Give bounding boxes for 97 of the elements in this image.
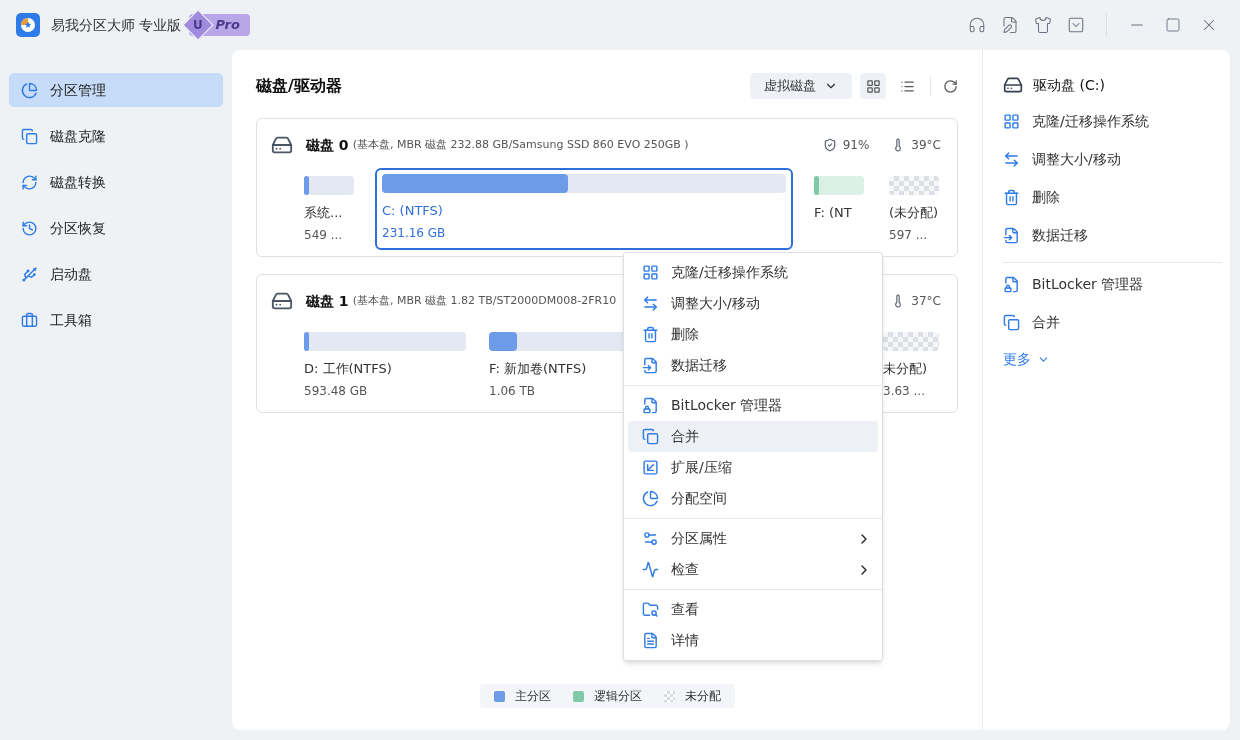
menu-item[interactable]: 删除 [628,319,878,350]
pie-icon [642,490,659,507]
window-title: 易我分区大师 专业版 [51,15,182,35]
document-icon [642,632,659,649]
partition-tile[interactable]: 未分配) 3.63 ... [881,330,941,402]
partition-size: 593.48 GB [304,382,368,400]
pulse-icon [642,561,659,578]
menu-item[interactable]: 数据迁移 [628,350,878,381]
partition-label: D: 工作(NTFS) [304,360,392,378]
grid-icon [865,78,881,94]
action-item[interactable]: 数据迁移 [1003,216,1222,254]
partition-tile[interactable]: D: 工作(NTFS) 593.48 GB [302,330,468,402]
temperature-value: 37°C [911,293,941,310]
partition-size: 3.63 ... [883,382,925,400]
menu-item[interactable]: 查看 [628,594,878,625]
pie-icon [21,81,38,99]
drive-icon [1003,75,1023,95]
menu-item[interactable]: 扩展/压缩 [628,452,878,483]
menu-item[interactable]: 合并 [628,421,878,452]
partition-label: C: (NTFS) [382,202,443,220]
partition-label: 系统... [304,204,343,222]
file-lock-icon [1003,275,1020,293]
more-link[interactable]: 更多 [1003,349,1222,370]
action-item[interactable]: 克隆/迁移操作系统 [1003,102,1222,140]
partition-tile[interactable]: (未分配) 597 ... [887,174,941,246]
disk-name: 磁盘 0 [306,135,349,155]
headset-icon[interactable] [968,16,986,34]
disk-detail: (基本盘, MBR 磁盘 232.88 GB/Samsung SSD 860 EVO 250GB ) [352,136,689,153]
unallocated-bar [889,176,939,195]
history-icon [21,219,38,237]
menu-item[interactable]: 分配空间 [628,483,878,514]
refresh-icon[interactable] [943,78,958,94]
sidebar-item[interactable]: 分区恢复 [9,211,223,245]
drive-title: 驱动盘 (C:) [1033,75,1105,95]
file-arrow-icon [1003,226,1020,244]
trash-icon [1003,188,1020,206]
selected-partition[interactable]: C: (NTFS) 231.16 GB [375,168,793,250]
file-lock-icon [642,397,659,414]
partition-label: 未分配) [883,360,928,378]
action-item[interactable]: BitLocker 管理器 [1003,265,1222,303]
unallocated-bar [883,332,939,351]
partition-size: 1.06 TB [489,382,536,400]
sidebar-item[interactable]: 分区管理 [9,73,223,107]
menu-item[interactable]: 详情 [628,625,878,656]
legend-label: 逻辑分区 [593,688,642,705]
toolbox-icon [21,311,38,329]
trash-icon [642,326,659,343]
health-value: 91% [842,137,870,154]
action-item[interactable]: 删除 [1003,178,1222,216]
sidebar-item[interactable]: 启动盘 [9,257,223,291]
copy-icon [21,127,38,145]
copy-icon [1003,313,1020,331]
badge-label: Pro [215,16,240,35]
folder-search-icon [642,601,659,618]
action-item[interactable]: 合并 [1003,303,1222,341]
partition-size: 231.16 GB [382,224,446,242]
dropdown-menu-icon[interactable] [1067,16,1085,34]
menu-item[interactable]: 检查 [628,554,878,585]
legend-hatch [663,690,675,702]
partition-label: (未分配) [889,204,939,222]
partition-tile[interactable]: 系统... 549 ... [302,174,356,246]
sidebar-item[interactable]: 磁盘克隆 [9,119,223,153]
arrows-icon [642,295,659,312]
refresh-icon [21,173,38,191]
usb-icon [21,265,38,283]
disk-card[interactable]: 磁盘 0 (基本盘, MBR 磁盘 232.88 GB/Samsung SSD 860 EVO 250GB ) 91% 39°C 系统... 549 ... C: (NTFS) 231.16 GB F: (NT (未分配) 597 ... [256,118,958,257]
temperature-value: 39°C [911,137,941,154]
menu-item[interactable]: 分区属性 [628,523,878,554]
grid-icon [642,264,659,281]
menu-item[interactable]: 调整大小/移动 [628,288,878,319]
shirt-icon[interactable] [1034,16,1052,34]
section-title: 磁盘/驱动器 [256,75,342,97]
health-icon [822,138,837,152]
legend-label: 未分配 [684,688,721,705]
disk-name: 磁盘 1 [306,291,349,311]
partition-size: 549 ... [304,226,343,244]
badge-mark: U [182,9,214,41]
maximize-icon[interactable] [1165,17,1181,33]
grid-icon [1003,112,1020,130]
list-icon [899,78,915,94]
grid-view-button[interactable] [860,73,886,99]
partition-size: 597 ... [889,226,928,244]
disk-detail: (基本盘, MBR 磁盘 1.82 TB/ST2000DM008-2FR10 [352,292,617,309]
partition-tile[interactable]: F: (NT [812,174,866,225]
sidebar-item[interactable]: 工具箱 [9,303,223,337]
virtual-disk-dropdown[interactable]: 虚拟磁盘 [750,73,852,99]
app-logo-icon [16,13,40,37]
partition-label: F: (NT [814,204,852,222]
feedback-icon[interactable] [1001,16,1019,34]
legend-label: 主分区 [514,688,551,705]
partition-label: F: 新加卷(NTFS) [489,360,587,378]
expand-icon [642,459,659,476]
arrows-icon [1003,150,1020,168]
file-arrow-icon [642,357,659,374]
sidebar-item[interactable]: 磁盘转换 [9,165,223,199]
action-item[interactable]: 调整大小/移动 [1003,140,1222,178]
copy-icon [642,428,659,445]
